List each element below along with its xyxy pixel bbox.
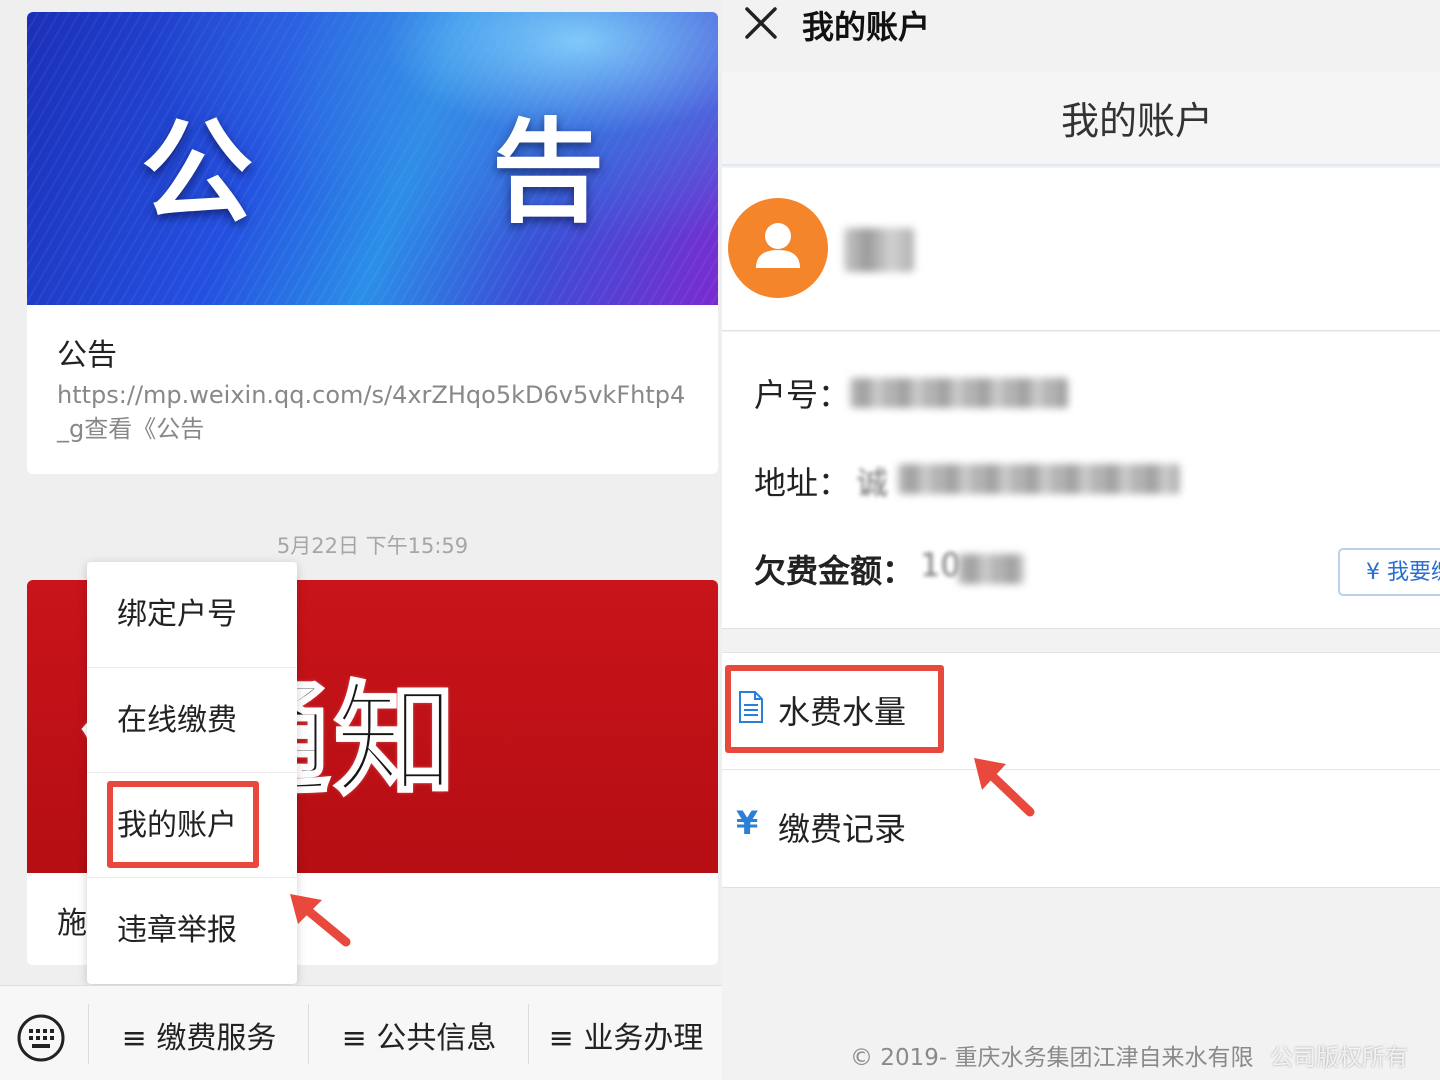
avatar — [728, 198, 828, 298]
menu-divider — [88, 1004, 89, 1064]
menu-divider — [308, 1004, 309, 1064]
message-timestamp: 5月22日 下午15:59 — [276, 534, 469, 558]
watermark-text: 公司版权所有 — [1270, 1045, 1408, 1071]
profile-section — [722, 168, 1440, 331]
address-prefix: 诚 — [856, 464, 889, 502]
announcement-banner-text: 公 告 — [141, 108, 704, 238]
menu-item-report-violation[interactable]: 违章举报 — [87, 877, 297, 982]
menu-item-online-payment[interactable]: 在线缴费 — [87, 667, 297, 772]
red-arrow-icon — [974, 758, 1035, 817]
menu-divider — [528, 1004, 529, 1064]
keyboard-icon[interactable] — [16, 1013, 66, 1063]
highlight-box-my-account — [107, 781, 259, 868]
close-icon[interactable] — [744, 6, 778, 40]
menu-item-bind-account[interactable]: 绑定户号 — [87, 562, 297, 667]
my-account-page: 我的账户 我的账户 户号： 地址： 诚 欠费金额： 10 ¥ 我要缴 — [722, 0, 1440, 1080]
wechat-chat-panel: 公 告 公告 https://mp.weixin.qq.com/s/4xrZHq… — [0, 0, 722, 1080]
arrears-prefix: 10 — [920, 546, 961, 584]
page-title: 我的账户 — [1060, 99, 1213, 143]
arrears-label: 欠费金额： — [754, 552, 915, 590]
article-title: 公告 — [57, 338, 117, 373]
account-number-redacted — [850, 378, 1068, 408]
highlight-box-water-usage — [725, 665, 944, 753]
user-name-redacted — [844, 228, 914, 272]
menu-button-business[interactable]: ≡ 业务办理 — [530, 986, 722, 1080]
menu-button-public-info[interactable]: ≡ 公共信息 — [310, 986, 528, 1080]
address-label: 地址： — [754, 464, 851, 502]
article-description: https://mp.weixin.qq.com/s/4xrZHqo5kD6v5… — [57, 381, 686, 443]
copyright-footer: © 2019- 重庆水务集团江津自来水有限 — [850, 1045, 1254, 1071]
account-info-section: 户号： 地址： 诚 欠费金额： 10 ¥ 我要缴 — [722, 332, 1440, 629]
menu-button-payment-service[interactable]: ≡ 缴费服务 — [90, 986, 308, 1080]
link-payment-history[interactable]: ¥ 缴费记录 — [722, 770, 1440, 886]
announcement-banner-image: 公 告 — [27, 12, 718, 305]
article-title: 施 — [57, 906, 87, 941]
article-card-announcement[interactable]: 公 告 公告 https://mp.weixin.qq.com/s/4xrZHq… — [27, 12, 718, 474]
official-account-menu-bar: ≡ 缴费服务 ≡ 公共信息 ≡ 业务办理 — [0, 985, 722, 1080]
red-arrow-icon — [290, 894, 351, 947]
arrears-amount-redacted — [958, 554, 1024, 584]
user-icon — [756, 223, 800, 268]
submenu-popup: 绑定户号 在线缴费 我的账户 违章举报 — [87, 562, 297, 984]
account-number-label: 户号： — [754, 376, 851, 414]
webview-titlebar: 我的账户 — [722, 0, 1440, 66]
screenshot-root: 公 告 公告 https://mp.weixin.qq.com/s/4xrZHq… — [0, 0, 1440, 1080]
link-label: 缴费记录 — [778, 810, 907, 848]
address-redacted — [898, 464, 1180, 494]
pay-now-button[interactable]: ¥ 我要缴 — [1338, 548, 1440, 596]
window-title: 我的账户 — [802, 8, 931, 46]
yen-icon: ¥ — [736, 804, 759, 842]
